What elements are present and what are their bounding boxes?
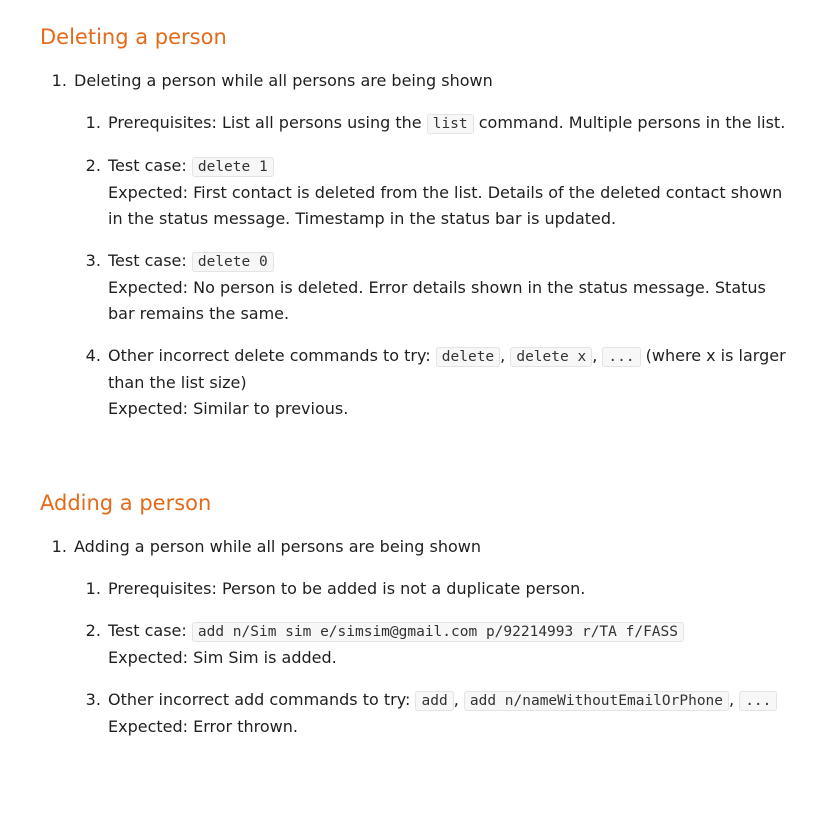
step-text: Prerequisites: Person to be added is not… [108, 579, 586, 598]
step-text: Other incorrect delete commands to try: [108, 346, 431, 365]
inline-code: delete 1 [191, 157, 274, 177]
list-item: Test case: add n/Sim sim e/simsim@gmail.… [106, 618, 795, 671]
item-text: Adding a person while all persons are be… [74, 537, 481, 556]
inline-code: add n/nameWithoutEmailOrPhone [463, 691, 730, 711]
list-item: Prerequisites: Person to be added is not… [106, 576, 795, 602]
section-adding-person: Adding a person Adding a person while al… [40, 488, 795, 740]
list-item: Test case: delete 1 Expected: First cont… [106, 153, 795, 232]
inline-code: add n/Sim sim e/simsim@gmail.com p/92214… [191, 622, 684, 642]
list-item: Test case: delete 0 Expected: No person … [106, 248, 795, 327]
list-item: Other incorrect add commands to try: add… [106, 687, 795, 740]
inline-code: delete [435, 347, 501, 367]
section-deleting-person: Deleting a person Deleting a person whil… [40, 22, 795, 422]
expected-text: Expected: No person is deleted. Error de… [108, 278, 766, 323]
inner-list: Prerequisites: Person to be added is not… [74, 576, 795, 740]
document-page: Deleting a person Deleting a person whil… [0, 0, 815, 813]
list-item: Deleting a person while all persons are … [72, 68, 795, 422]
inline-code: ... [739, 691, 778, 711]
inline-code: delete x [510, 347, 593, 367]
step-text: Other incorrect add commands to try: [108, 690, 411, 709]
step-text: Prerequisites: List all persons using th… [108, 113, 422, 132]
outer-list: Deleting a person while all persons are … [40, 68, 795, 422]
outer-list: Adding a person while all persons are be… [40, 534, 795, 740]
step-text: command. Multiple persons in the list. [478, 113, 786, 132]
list-item: Prerequisites: List all persons using th… [106, 110, 795, 137]
inner-list: Prerequisites: List all persons using th… [74, 110, 795, 422]
list-item: Other incorrect delete commands to try: … [106, 343, 795, 422]
step-text: Test case: [108, 251, 187, 270]
inline-code: ... [602, 347, 641, 367]
expected-text: Expected: First contact is deleted from … [108, 183, 783, 228]
list-item: Adding a person while all persons are be… [72, 534, 795, 740]
inline-code: add [415, 691, 454, 711]
inline-code: delete 0 [191, 252, 274, 272]
section-heading: Adding a person [40, 491, 212, 515]
section-heading: Deleting a person [40, 25, 227, 49]
expected-text: Expected: Sim Sim is added. [108, 648, 337, 667]
expected-text: Expected: Error thrown. [108, 717, 298, 736]
expected-text: Expected: Similar to previous. [108, 399, 349, 418]
step-text: Test case: [108, 156, 187, 175]
item-text: Deleting a person while all persons are … [74, 71, 493, 90]
step-text: Test case: [108, 621, 187, 640]
inline-code: list [426, 114, 474, 134]
